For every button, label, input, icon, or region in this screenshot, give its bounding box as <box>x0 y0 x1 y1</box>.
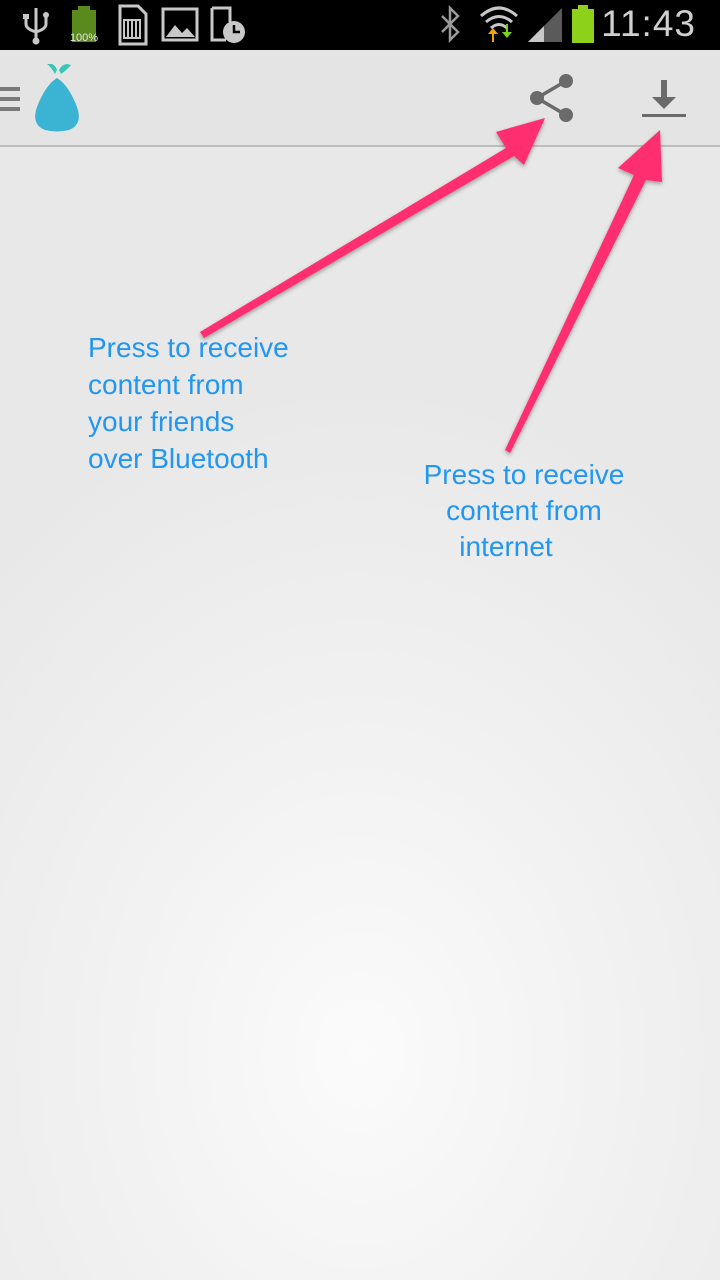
bluetooth-hint: Press to receive content from your frien… <box>88 329 348 477</box>
bluetooth-hint-line: Press to receive <box>88 332 289 363</box>
content-area <box>0 147 720 1280</box>
download-button[interactable] <box>632 66 696 130</box>
internet-hint: Press to receive content from internet <box>408 457 640 565</box>
share-button[interactable] <box>520 66 584 130</box>
action-bar <box>0 50 720 147</box>
bluetooth-icon <box>441 4 460 44</box>
bluetooth-hint-line: your friends <box>88 406 235 437</box>
internet-hint-line: Press to receive <box>423 459 625 490</box>
screen-timer-icon <box>210 6 245 43</box>
image-icon <box>161 7 199 42</box>
internet-hint-line: content from <box>446 495 602 526</box>
signal-icon <box>528 8 562 42</box>
bluetooth-hint-line: content from <box>88 369 244 400</box>
internet-hint-line: internet <box>459 531 553 562</box>
share-icon <box>530 74 573 122</box>
app-logo[interactable] <box>26 64 88 132</box>
clock: 11:43 <box>601 3 696 44</box>
status-bar: 100% 11:43 <box>0 0 720 50</box>
sd-card-icon <box>118 4 148 46</box>
usb-icon <box>23 8 49 45</box>
menu-icon[interactable] <box>0 84 22 114</box>
battery-level-icon <box>572 5 594 43</box>
battery-percent: 100% <box>69 32 99 44</box>
download-icon <box>642 80 686 117</box>
wifi-icon <box>480 6 518 42</box>
bluetooth-hint-line: over Bluetooth <box>88 443 269 474</box>
